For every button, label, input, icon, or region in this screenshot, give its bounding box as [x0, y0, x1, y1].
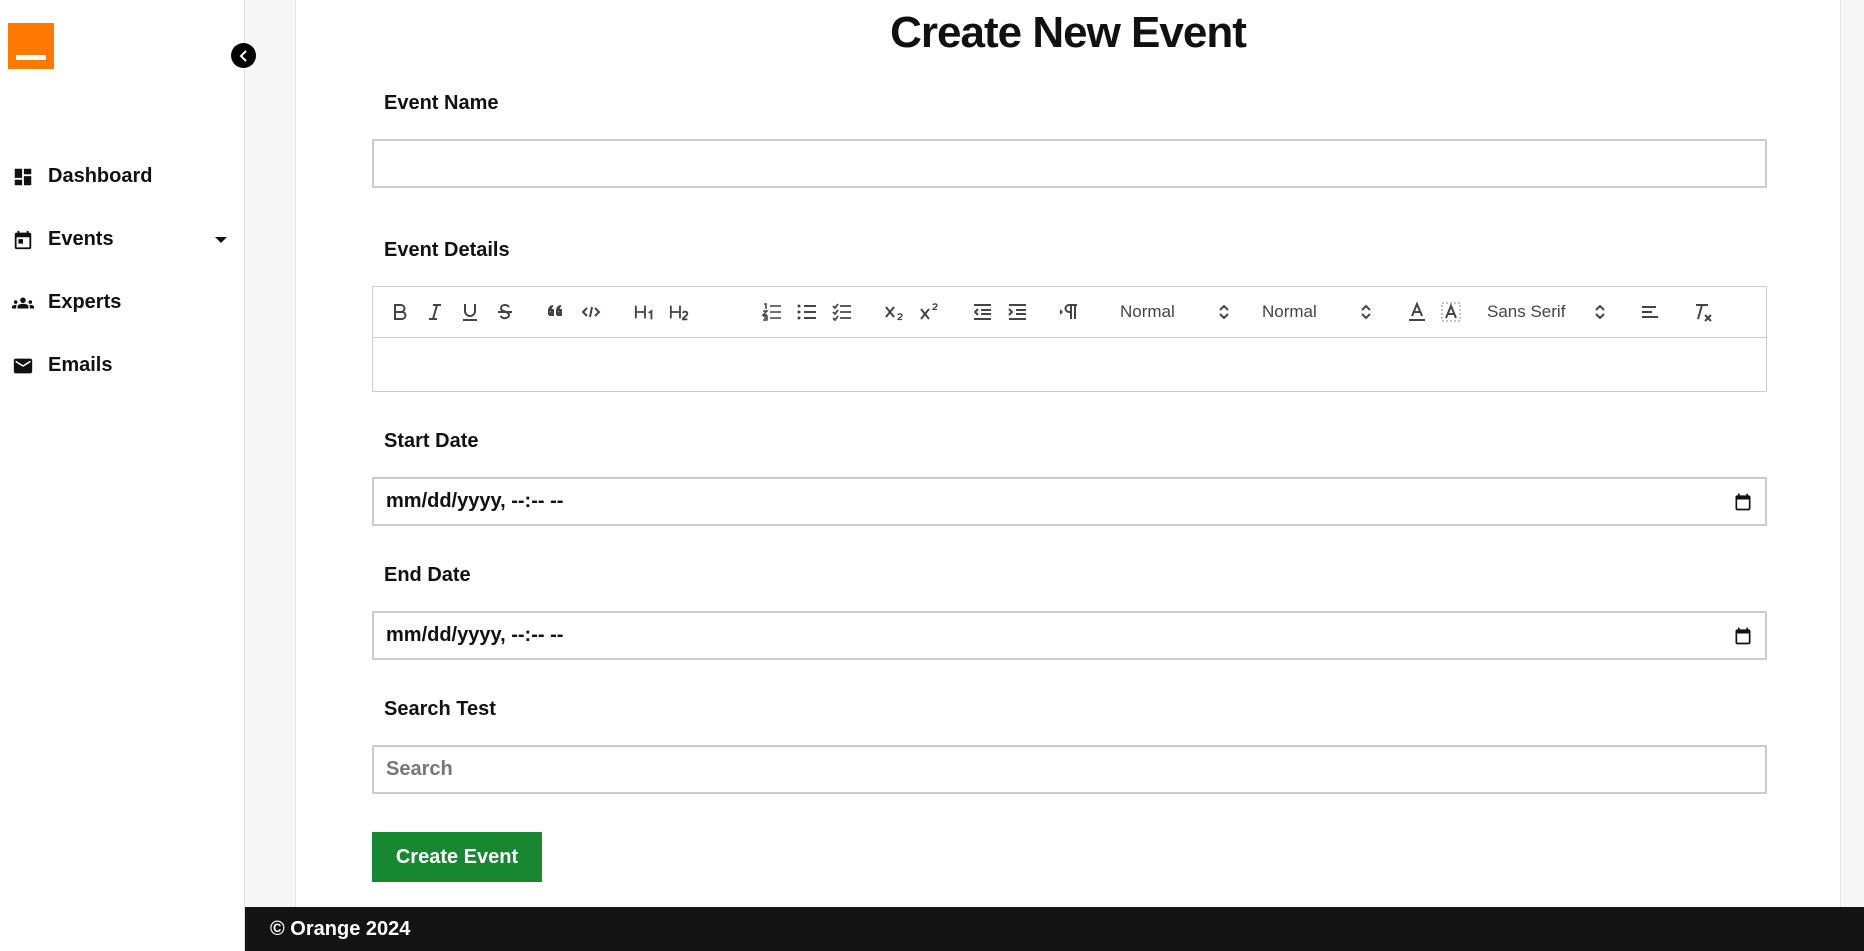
text-size-value: Normal: [1262, 302, 1317, 321]
bullet-list-button[interactable]: [794, 299, 820, 325]
editor-toolbar: Normal Normal Sans Serif: [373, 287, 1766, 338]
orange-logo[interactable]: [8, 23, 54, 69]
select-arrows-icon: [1219, 304, 1229, 320]
heading-2-button[interactable]: [666, 299, 694, 325]
underline-icon: [463, 304, 477, 321]
sidebar-item-events[interactable]: Events: [0, 208, 245, 271]
sidebar-item-emails[interactable]: Emails: [0, 334, 245, 397]
strikethrough-icon: [498, 303, 512, 320]
font-select[interactable]: Sans Serif: [1487, 299, 1605, 325]
heading-1-button[interactable]: [631, 299, 659, 325]
copyright-text: © Orange 2024: [270, 917, 411, 940]
indent-icon: [1008, 304, 1026, 320]
collapse-sidebar-button[interactable]: [231, 43, 256, 68]
chevron-down-icon[interactable]: [215, 236, 227, 243]
dashboard-icon: [14, 168, 32, 185]
page-title: Create New Event: [890, 8, 1247, 57]
sidebar-item-label: Events: [48, 228, 114, 250]
end-date-label: End Date: [384, 564, 471, 586]
sidebar: Dashboard Events Experts Emails: [0, 0, 245, 951]
sidebar-item-label: Emails: [48, 354, 113, 376]
people-icon: [12, 297, 34, 308]
start-date-input[interactable]: mm/dd/yyyy, --:-- --: [372, 477, 1767, 526]
superscript-icon: [920, 303, 938, 320]
background-color-button[interactable]: [1438, 299, 1464, 325]
clear-format-icon: [1696, 304, 1712, 322]
editor-body[interactable]: [373, 338, 1766, 392]
bold-icon: [394, 304, 407, 320]
create-event-button[interactable]: Create Event: [372, 832, 542, 882]
search-input[interactable]: [372, 745, 1767, 794]
sidebar-item-dashboard[interactable]: Dashboard: [0, 145, 245, 208]
quote-icon: [548, 305, 562, 316]
outdent-button[interactable]: [969, 299, 995, 325]
checklist-icon: [832, 303, 851, 322]
event-name-label: Event Name: [384, 92, 499, 114]
event-name-input[interactable]: [372, 139, 1767, 188]
align-button[interactable]: [1637, 299, 1663, 325]
outdent-icon: [973, 304, 991, 320]
superscript-button[interactable]: [916, 299, 942, 325]
sidebar-item-label: Dashboard: [48, 165, 153, 187]
header-size-value: Normal: [1120, 302, 1175, 321]
sidebar-item-experts[interactable]: Experts: [0, 271, 245, 334]
subscript-button[interactable]: [881, 299, 907, 325]
start-date-value: mm/dd/yyyy, --:-- --: [386, 490, 564, 512]
event-details-label: Event Details: [384, 239, 510, 261]
heading-2-icon: [669, 305, 689, 321]
text-size-select[interactable]: Normal: [1262, 299, 1371, 325]
main-content: Create New Event Event Name Event Detail…: [295, 0, 1841, 907]
checklist-button[interactable]: [829, 299, 855, 325]
calendar-icon: [14, 230, 32, 249]
clear-formatting-button[interactable]: [1690, 299, 1716, 325]
bullet-list-icon: [797, 304, 816, 320]
bold-button[interactable]: [387, 299, 413, 325]
italic-icon: [429, 304, 441, 320]
italic-button[interactable]: [422, 299, 448, 325]
underline-button[interactable]: [457, 299, 483, 325]
sidebar-nav: Dashboard Events Experts Emails: [0, 145, 245, 397]
select-arrows-icon: [1595, 304, 1605, 320]
chevron-left-icon: [239, 49, 247, 62]
search-test-label: Search Test: [384, 698, 496, 720]
code-icon: [581, 306, 601, 318]
blockquote-button[interactable]: [543, 299, 569, 325]
heading-1-icon: [634, 305, 653, 320]
select-arrows-icon: [1361, 304, 1371, 320]
pilcrow-icon: [1060, 304, 1077, 319]
ordered-list-button[interactable]: [759, 299, 785, 325]
calendar-picker-icon[interactable]: [1733, 492, 1753, 512]
sidebar-item-label: Experts: [48, 291, 122, 313]
font-value: Sans Serif: [1487, 302, 1566, 321]
start-date-label: Start Date: [384, 430, 479, 452]
rich-text-editor: Normal Normal Sans Serif: [372, 286, 1767, 392]
text-color-icon: [1409, 301, 1425, 321]
subscript-icon: [885, 306, 903, 321]
strike-button[interactable]: [492, 299, 518, 325]
align-left-icon: [1642, 306, 1658, 318]
highlight-icon: [1441, 302, 1461, 322]
header-size-select[interactable]: Normal: [1120, 299, 1229, 325]
text-color-button[interactable]: [1404, 299, 1430, 325]
code-block-button[interactable]: [578, 299, 604, 325]
text-direction-button[interactable]: [1056, 299, 1082, 325]
calendar-picker-icon[interactable]: [1733, 626, 1753, 646]
footer: © Orange 2024: [245, 907, 1864, 951]
end-date-value: mm/dd/yyyy, --:-- --: [386, 624, 564, 646]
end-date-input[interactable]: mm/dd/yyyy, --:-- --: [372, 611, 1767, 660]
ordered-list-icon: [761, 303, 781, 321]
indent-button[interactable]: [1004, 299, 1030, 325]
mail-icon: [13, 358, 33, 373]
